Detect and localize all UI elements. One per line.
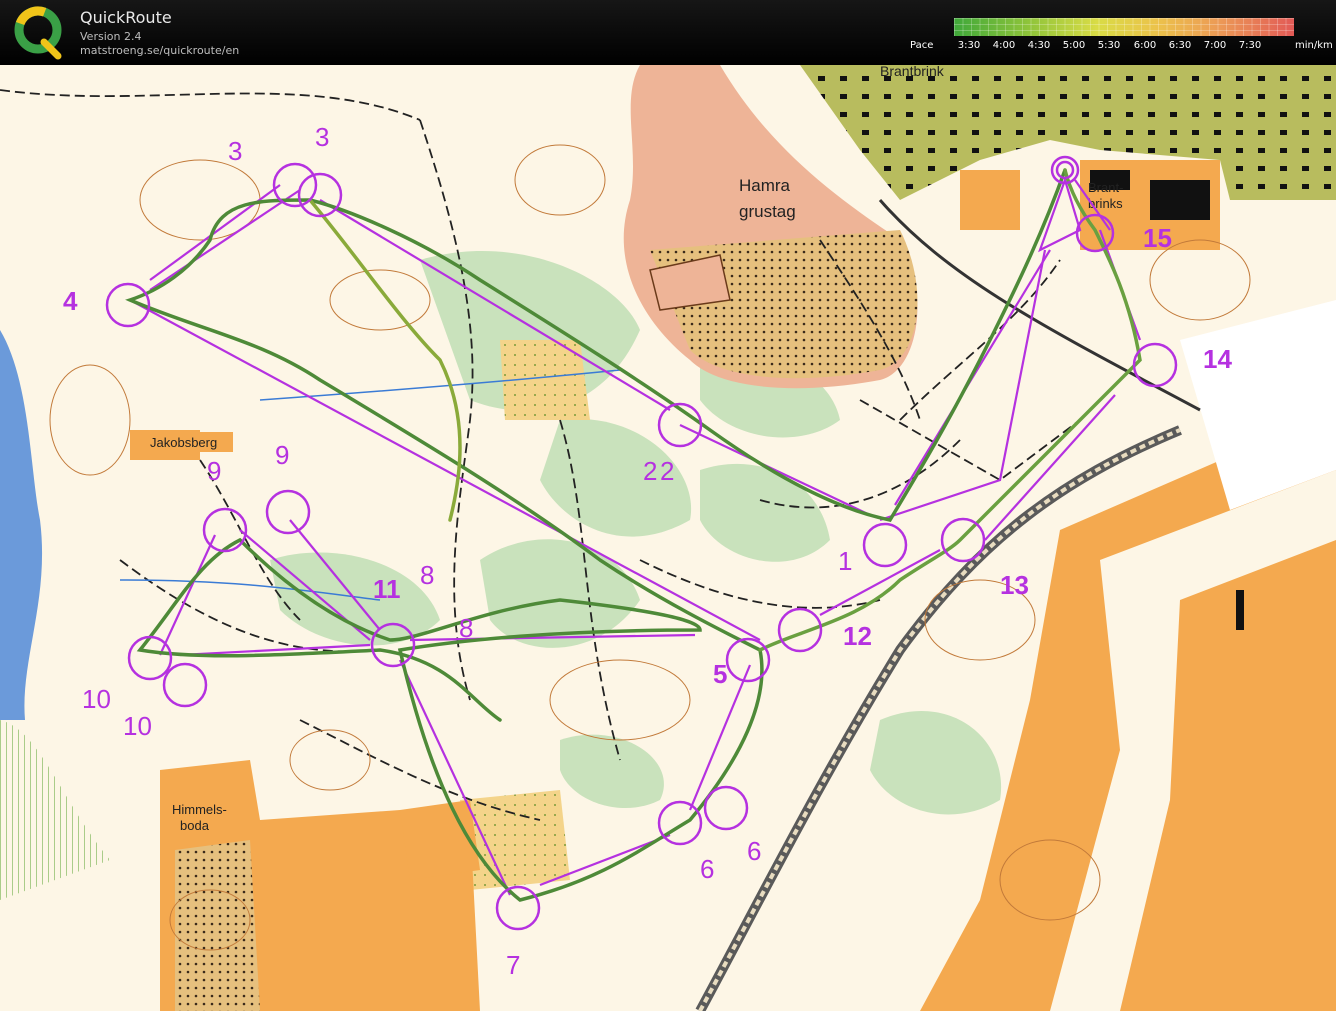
control-number: 10 bbox=[123, 711, 152, 741]
control-number: 7 bbox=[506, 950, 520, 980]
control-number: 11 bbox=[373, 574, 401, 604]
building bbox=[1150, 180, 1210, 220]
rough-open-area bbox=[460, 790, 570, 890]
control-number: 6 bbox=[747, 836, 761, 866]
pace-tick: 6:30 bbox=[1168, 40, 1192, 51]
control-number: 14 bbox=[1203, 344, 1232, 374]
control-number: 8 bbox=[420, 560, 434, 590]
pace-tick: 4:30 bbox=[1027, 40, 1051, 51]
place-name: boda bbox=[180, 818, 210, 833]
control-number: 10 bbox=[82, 684, 111, 714]
app-version: Version 2.4 bbox=[80, 30, 142, 43]
pace-tick: 7:00 bbox=[1203, 40, 1227, 51]
app-title: QuickRoute bbox=[80, 8, 172, 27]
place-name: Hamra bbox=[739, 176, 791, 195]
control-number: 4 bbox=[63, 286, 78, 316]
control-number: 5 bbox=[713, 659, 727, 689]
place-name: Brant- bbox=[1088, 180, 1123, 195]
control-number: 2 bbox=[643, 456, 657, 486]
pace-tick: 7:30 bbox=[1238, 40, 1262, 51]
app-url[interactable]: matstroeng.se/quickroute/en bbox=[80, 44, 239, 57]
pace-unit: min/km bbox=[1295, 40, 1333, 51]
place-name: Brantbrink bbox=[880, 65, 945, 79]
control-number: 2 bbox=[660, 456, 674, 486]
building bbox=[1236, 590, 1244, 630]
control-number: 13 bbox=[1000, 570, 1029, 600]
control-number: 8 bbox=[459, 613, 473, 643]
open-land-dotted bbox=[175, 840, 260, 1011]
pace-tick: 5:30 bbox=[1097, 40, 1121, 51]
pace-legend-label: Pace bbox=[910, 40, 934, 51]
pace-tick: 5:00 bbox=[1062, 40, 1086, 51]
pace-color-scale bbox=[954, 18, 1294, 36]
control-number: 9 bbox=[275, 440, 289, 470]
control-number: 6 bbox=[700, 854, 714, 884]
place-name: Himmels- bbox=[172, 802, 227, 817]
place-name: grustag bbox=[739, 202, 796, 221]
map-canvas: Hamra grustag Jakobsberg Himmels- boda B… bbox=[0, 65, 1336, 1011]
pace-tick: 6:00 bbox=[1133, 40, 1157, 51]
pace-legend: Pace 3:30 4:00 4:30 5:00 5:30 6:00 6:30 … bbox=[910, 18, 1333, 60]
orienteering-map[interactable]: Hamra grustag Jakobsberg Himmels- boda B… bbox=[0, 65, 1336, 1011]
control-number: 15 bbox=[1143, 223, 1172, 253]
control-number: 1 bbox=[838, 546, 852, 576]
control-number: 3 bbox=[315, 122, 329, 152]
place-name: Jakobsberg bbox=[150, 435, 217, 450]
app-header: QuickRoute Version 2.4 matstroeng.se/qui… bbox=[0, 0, 1336, 65]
pace-tick: 3:30 bbox=[957, 40, 981, 51]
pace-tick: 4:00 bbox=[992, 40, 1016, 51]
control-number: 9 bbox=[207, 456, 221, 486]
place-name: brinks bbox=[1088, 196, 1123, 211]
quickroute-logo-icon bbox=[14, 6, 62, 60]
control-number: 12 bbox=[843, 621, 872, 651]
control-number: 3 bbox=[228, 136, 242, 166]
building-area bbox=[960, 170, 1020, 230]
